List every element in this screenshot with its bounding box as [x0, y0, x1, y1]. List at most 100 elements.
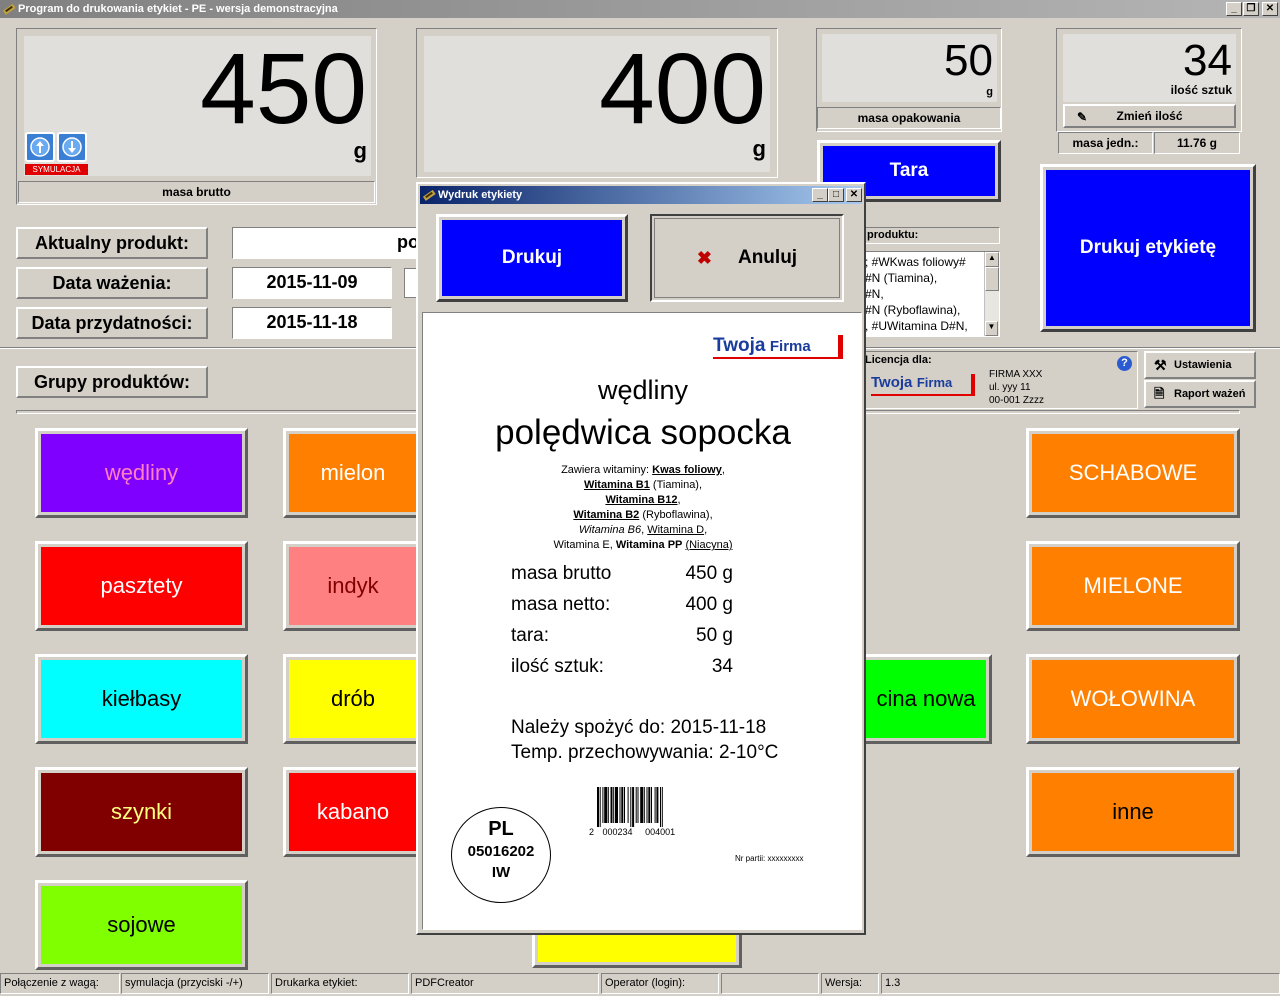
gross-unit: g [353, 138, 367, 163]
packaging-caption: masa opakowania [817, 107, 1001, 129]
category-label: wędliny [41, 434, 242, 512]
vit-bold: Witamina B2 [573, 509, 640, 521]
company-logo: Twoja Firma [871, 374, 975, 396]
vit-underline: Witamina D [647, 524, 705, 536]
barcode-bar [619, 787, 621, 823]
vit-text: (Tiamina), [649, 479, 703, 491]
batch-number: Nr partii: xxxxxxxxx [735, 854, 804, 863]
minimize-button[interactable]: _ [1226, 2, 1242, 16]
status-version-value: 1.3 [881, 973, 1280, 994]
product-desc-caption: produktu: [862, 227, 1000, 244]
barcode-bar [640, 787, 644, 823]
settings-button[interactable]: ⚒ Ustawienia [1144, 351, 1256, 379]
net-unit: g [752, 136, 766, 161]
vit-text: (Ryboflawina), [639, 509, 713, 521]
weigh-date-field[interactable]: 2015-11-09 [232, 267, 392, 299]
status-version-label: Wersja: [821, 973, 879, 994]
print-label-button[interactable]: Drukuj etykietę [1040, 164, 1256, 332]
category-label: szynki [41, 773, 242, 851]
scroll-up-icon[interactable]: ▲ [985, 252, 999, 267]
category-button[interactable]: MIELONE [1026, 541, 1240, 631]
category-button[interactable]: indyk [283, 541, 423, 631]
barcode-bar [607, 787, 609, 823]
current-product-field[interactable]: po [232, 227, 432, 259]
sim-minus-button[interactable] [25, 132, 55, 162]
label-vitamins: Zawiera witaminy: Kwas foliowy, Witamina… [423, 463, 863, 553]
app-icon [422, 189, 436, 201]
barcode [597, 787, 663, 827]
scroll-thumb[interactable] [985, 267, 999, 291]
gross-display: 450 g SYMULACJA [24, 33, 371, 176]
change-count-label: Zmień ilość [1116, 109, 1183, 123]
window-titlebar: Program do drukowania etykiet - PE - wer… [0, 0, 1280, 18]
label-count-value: 34 [711, 656, 733, 677]
current-product-label: Aktualny produkt: [16, 227, 208, 259]
barcode-bar [615, 787, 618, 823]
category-label: kiełbasy [41, 660, 242, 738]
label-best-before: Należy spożyć do: 2015-11-18 [511, 717, 767, 738]
close-button[interactable]: ✕ [1262, 2, 1278, 16]
report-button[interactable]: 🗎 Raport ważeń [1144, 380, 1256, 408]
barcode-bar [613, 787, 615, 823]
vit-italic: Witamina B6 [578, 524, 642, 536]
sim-plus-button[interactable] [57, 132, 87, 162]
license-panel: Licencja dla: Twoja Firma FIRMA XXX ul. … [862, 351, 1138, 409]
cancel-button[interactable]: ✖ Anuluj [650, 214, 844, 302]
label-product: polędwica sopocka [495, 413, 791, 452]
dialog-close-button[interactable]: ✕ [846, 188, 862, 202]
category-button[interactable]: WOŁOWINA [1026, 654, 1240, 744]
category-button[interactable]: szynki [35, 767, 248, 857]
product-desc-box[interactable]: ; #WKwas foliowy# #N (Tiamina), #N, #N (… [862, 251, 1000, 337]
barcode-bar [627, 787, 629, 823]
category-button[interactable]: kiełbasy [35, 654, 248, 744]
barcode-bar [648, 787, 651, 823]
category-button[interactable]: kabano [283, 767, 423, 857]
category-button[interactable]: sojowe [35, 880, 248, 970]
net-value: 400 [599, 33, 766, 145]
expiry-date-label: Data przydatności: [16, 307, 208, 339]
category-label: inne [1032, 773, 1234, 851]
category-label: drób [289, 660, 417, 738]
vit-text: Witamina E, [553, 539, 616, 551]
category-button[interactable]: SCHABOWE [1026, 428, 1240, 518]
category-button[interactable]: cina nowa [860, 654, 992, 744]
category-label: MIELONE [1032, 547, 1234, 625]
logo-text-a: Twoja [871, 374, 913, 391]
status-operator-label: Operator (login): [601, 973, 719, 994]
desc-scrollbar[interactable]: ▲ ▼ [984, 252, 999, 336]
label-net-value: 400 g [685, 594, 733, 615]
label-count-label: ilość sztuk: [511, 656, 604, 677]
barcode-bar [661, 787, 663, 827]
desc-line: #N (Ryboflawina), [865, 303, 961, 317]
category-button[interactable] [532, 930, 742, 968]
expiry-date-field[interactable]: 2015-11-18 [232, 307, 392, 339]
count-caption: ilość sztuk [1170, 83, 1232, 97]
category-label: WOŁOWINA [1032, 660, 1234, 738]
simulation-badge: SYMULACJA [25, 164, 88, 175]
category-button[interactable]: inne [1026, 767, 1240, 857]
restore-button[interactable]: ❐ [1243, 2, 1259, 16]
license-line: ul. yyy 11 [989, 382, 1031, 393]
barcode-bar [637, 787, 639, 823]
category-button[interactable]: drób [283, 654, 423, 744]
print-button[interactable]: Drukuj [436, 214, 628, 302]
status-printer-value: PDFCreator [411, 973, 599, 994]
stamp-country: PL [488, 818, 514, 840]
vit-text: , [704, 524, 708, 536]
vit-text: , [677, 494, 681, 506]
category-label: pasztety [41, 547, 242, 625]
category-button[interactable]: pasztety [35, 541, 248, 631]
category-button[interactable]: wędliny [35, 428, 248, 518]
barcode-digit: 2 [589, 827, 595, 837]
change-count-button[interactable]: ✎ Zmień ilość [1063, 104, 1236, 128]
cancel-button-label: Anuluj [737, 247, 798, 268]
dialog-maximize-button[interactable]: □ [828, 188, 844, 202]
dialog-minimize-button[interactable]: _ [812, 188, 828, 202]
help-icon[interactable]: ? [1117, 356, 1132, 371]
scroll-down-icon[interactable]: ▼ [985, 321, 998, 336]
packaging-display: 50 g [822, 34, 997, 102]
category-button[interactable]: mielon [283, 428, 423, 518]
desc-line: #N (Tiamina), [865, 271, 938, 285]
license-line: 00-001 Zzzz [989, 395, 1045, 406]
status-conn-value: symulacja (przyciski -/+) [121, 973, 269, 994]
